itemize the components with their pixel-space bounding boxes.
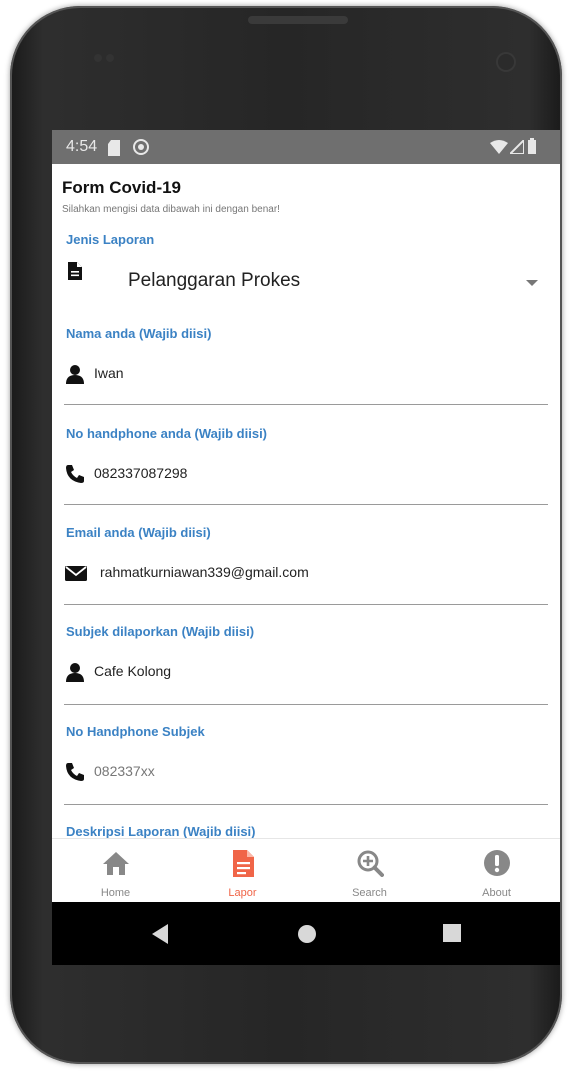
chevron-down-icon <box>526 280 538 286</box>
subject-phone-field[interactable]: 082337xx <box>64 757 548 787</box>
subject-field[interactable]: Cafe Kolong <box>64 657 548 687</box>
tab-search[interactable]: Search <box>306 839 433 903</box>
email-value: rahmatkurniawan339@gmail.com <box>100 564 309 580</box>
back-icon[interactable] <box>150 923 170 945</box>
status-time: 4:54 <box>66 138 98 155</box>
subject-phone-label: No Handphone Subjek <box>66 724 205 739</box>
tab-home-label: Home <box>100 887 131 899</box>
subject-underline <box>64 704 548 705</box>
home-icon <box>103 852 129 875</box>
phone-icon <box>66 763 84 781</box>
email-field[interactable]: rahmatkurniawan339@gmail.com <box>64 558 548 588</box>
zoom-in-icon <box>357 850 384 877</box>
phone-value: 082337087298 <box>94 465 188 481</box>
subject-phone-placeholder: 082337xx <box>94 763 155 779</box>
page-title: Form Covid-19 <box>62 178 182 197</box>
report-type-value: Pelanggaran Prokes <box>128 270 301 291</box>
sync-icon <box>133 139 149 155</box>
page-subtitle: Silahkan mengisi data dibawah ini dengan… <box>62 204 280 215</box>
person-icon <box>66 365 84 384</box>
person-icon <box>66 663 84 682</box>
proximity-sensor <box>94 54 102 62</box>
document-icon <box>233 850 254 877</box>
phone-icon <box>66 465 84 483</box>
speaker-grille <box>248 16 348 24</box>
name-label: Nama anda (Wajib diisi) <box>66 326 212 341</box>
tab-lapor[interactable]: Lapor <box>179 839 306 903</box>
email-label: Email anda (Wajib diisi) <box>66 525 211 540</box>
phone-label: No handphone anda (Wajib diisi) <box>66 426 268 441</box>
phone-frame: 4:54 Form Covid-19 Silahkan mengisi data… <box>10 6 562 1064</box>
wifi-icon <box>490 140 508 154</box>
description-label: Deskripsi Laporan (Wajib diisi) <box>66 824 256 838</box>
report-type-label: Jenis Laporan <box>66 232 155 247</box>
subject-phone-underline <box>64 804 548 805</box>
name-underline <box>64 404 548 405</box>
tab-about-label: About <box>482 887 511 899</box>
name-value: Iwan <box>94 365 124 381</box>
signal-icon <box>510 140 524 154</box>
tab-about[interactable]: About <box>433 839 560 903</box>
tab-home[interactable]: Home <box>52 839 179 903</box>
battery-icon <box>528 138 536 154</box>
home-button-icon[interactable] <box>296 923 318 945</box>
name-field[interactable]: Iwan <box>64 359 548 389</box>
email-underline <box>64 604 548 605</box>
document-icon <box>68 262 82 280</box>
device-screen: 4:54 Form Covid-19 Silahkan mengisi data… <box>52 130 560 965</box>
recents-icon[interactable] <box>442 923 462 943</box>
system-navigation-bar <box>52 902 560 965</box>
phone-field[interactable]: 082337087298 <box>64 459 548 489</box>
light-sensor <box>106 54 114 62</box>
subject-label: Subjek dilaporkan (Wajib diisi) <box>66 624 255 639</box>
sd-card-icon <box>108 140 120 156</box>
report-type-dropdown[interactable]: Pelanggaran Prokes <box>64 260 548 300</box>
bottom-tab-bar: Home Lapor Search About <box>52 838 560 903</box>
envelope-icon <box>65 566 87 581</box>
phone-underline <box>64 504 548 505</box>
tab-search-label: Search <box>352 887 387 899</box>
exclamation-icon <box>484 850 510 876</box>
subject-value: Cafe Kolong <box>94 663 172 679</box>
front-camera <box>498 54 514 70</box>
status-bar: 4:54 <box>52 130 560 164</box>
tab-lapor-label: Lapor <box>228 887 257 899</box>
form-content: Form Covid-19 Silahkan mengisi data diba… <box>52 164 560 838</box>
